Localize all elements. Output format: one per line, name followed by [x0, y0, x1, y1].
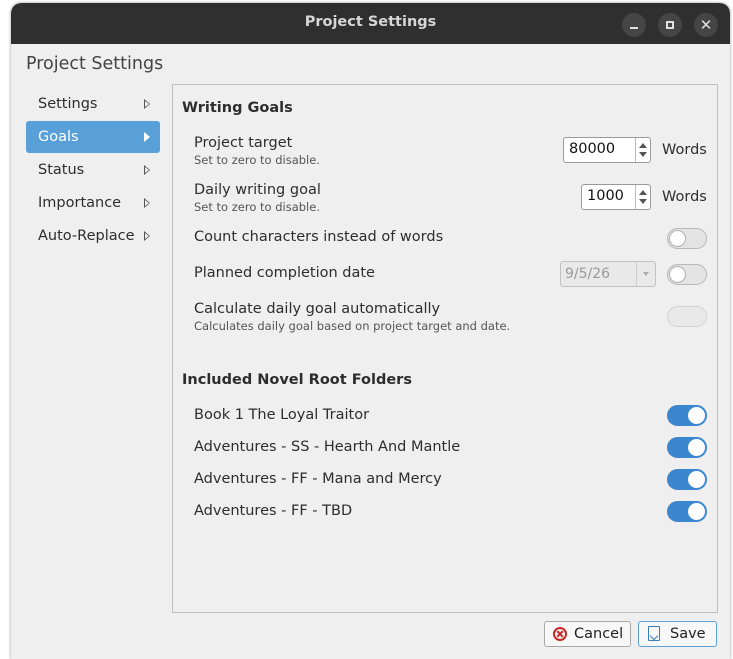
sidebar-item-label: Status	[38, 162, 85, 178]
root-folder-row: Book 1 The Loyal Traitor	[194, 407, 708, 423]
stepper-buttons	[635, 138, 650, 162]
save-button-label: Save	[670, 626, 706, 642]
root-folder-toggle[interactable]	[667, 437, 707, 458]
maximize-button[interactable]	[658, 13, 682, 37]
root-folder-row: Adventures - SS - Hearth And Mantle	[194, 439, 708, 455]
cancel-icon	[553, 627, 567, 641]
calc-daily-label: Calculate daily goal automatically	[194, 301, 441, 317]
sidebar-item-label: Settings	[38, 96, 98, 112]
chevron-up-icon[interactable]	[639, 190, 647, 195]
project-target-value: 80000	[569, 141, 616, 157]
chevron-right-icon	[144, 132, 150, 142]
writing-goals-title: Writing Goals	[182, 100, 293, 116]
root-folder-row: Adventures - FF - TBD	[194, 503, 708, 519]
title-bar[interactable]: Project Settings ✕	[11, 3, 730, 44]
sidebar-item-settings[interactable]: Settings	[26, 88, 160, 120]
sidebar-item-goals[interactable]: Goals	[26, 121, 160, 153]
count-characters-row: Count characters instead of words	[194, 229, 708, 245]
save-icon	[648, 626, 660, 641]
completion-date-value: 9/5/26	[565, 266, 611, 282]
stepper-buttons	[635, 185, 650, 209]
daily-goal-value: 1000	[587, 188, 624, 204]
root-folder-toggle[interactable]	[667, 405, 707, 426]
chevron-right-icon	[144, 165, 150, 175]
calc-daily-toggle	[667, 306, 707, 327]
settings-sidebar: Settings Goals Status Importance Auto-Re…	[26, 88, 160, 253]
root-folder-label: Book 1 The Loyal Traitor	[194, 407, 370, 423]
sidebar-item-auto-replace[interactable]: Auto-Replace	[26, 220, 160, 252]
toggle-knob	[688, 407, 705, 424]
minimize-button[interactable]	[622, 13, 646, 37]
chevron-down-icon[interactable]	[639, 152, 647, 157]
toggle-knob	[669, 230, 686, 247]
chevron-up-icon[interactable]	[639, 143, 647, 148]
sidebar-item-importance[interactable]: Importance	[26, 187, 160, 219]
toggle-knob	[669, 266, 686, 283]
planned-completion-toggle[interactable]	[667, 264, 707, 285]
sidebar-item-label: Importance	[38, 195, 122, 211]
goals-panel: Writing Goals Project target Set to zero…	[172, 84, 718, 613]
project-target-unit: Words	[662, 142, 707, 158]
cancel-button-label: Cancel	[574, 626, 624, 642]
sidebar-item-label: Auto-Replace	[38, 228, 135, 244]
root-folder-label: Adventures - SS - Hearth And Mantle	[194, 439, 461, 455]
calc-daily-row: Calculate daily goal automatically Calcu…	[194, 301, 708, 333]
count-characters-label: Count characters instead of words	[194, 229, 444, 245]
toggle-knob	[688, 439, 705, 456]
toggle-knob	[688, 471, 705, 488]
dialog-heading: Project Settings	[26, 54, 164, 74]
toggle-knob	[688, 503, 705, 520]
count-characters-toggle[interactable]	[667, 228, 707, 249]
chevron-right-icon	[144, 231, 150, 241]
cancel-button[interactable]: Cancel	[544, 621, 631, 647]
chevron-right-icon	[144, 99, 150, 109]
root-folder-label: Adventures - FF - TBD	[194, 503, 353, 519]
daily-goal-stepper[interactable]: 1000	[581, 184, 651, 210]
calc-daily-hint: Calculates daily goal based on project t…	[194, 319, 511, 333]
daily-goal-unit: Words	[662, 189, 707, 205]
close-icon: ✕	[699, 16, 713, 34]
sidebar-item-label: Goals	[38, 129, 79, 145]
chevron-down-icon[interactable]	[636, 262, 655, 286]
root-folders-title: Included Novel Root Folders	[182, 372, 412, 388]
root-folder-toggle[interactable]	[667, 501, 707, 522]
chevron-down-icon[interactable]	[639, 199, 647, 204]
project-settings-window: Project Settings ✕ Project Settings Sett…	[11, 3, 730, 659]
project-target-stepper[interactable]: 80000	[563, 137, 651, 163]
root-folder-row: Adventures - FF - Mana and Mercy	[194, 471, 708, 487]
completion-date-picker[interactable]: 9/5/26	[560, 261, 656, 287]
root-folder-toggle[interactable]	[667, 469, 707, 490]
close-button[interactable]: ✕	[694, 13, 718, 37]
chevron-right-icon	[144, 198, 150, 208]
save-button[interactable]: Save	[638, 621, 717, 647]
sidebar-item-status[interactable]: Status	[26, 154, 160, 186]
root-folder-label: Adventures - FF - Mana and Mercy	[194, 471, 442, 487]
